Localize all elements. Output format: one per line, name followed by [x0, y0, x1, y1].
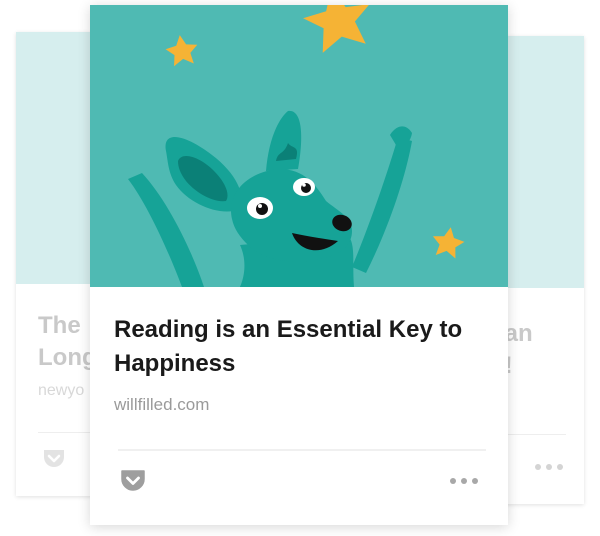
main-article-card[interactable]: Reading is an Essential Key to Happiness… — [90, 5, 508, 525]
pocket-icon[interactable] — [42, 448, 66, 475]
article-title[interactable]: Reading is an Essential Key to Happiness — [114, 313, 474, 381]
left-card-source: newyo — [38, 382, 85, 399]
left-card-title: The Long — [38, 310, 97, 374]
article-image — [90, 5, 508, 287]
more-dots-icon[interactable] — [448, 473, 480, 489]
card-divider — [118, 449, 486, 451]
kangaroo-illustration — [90, 5, 508, 287]
card-carousel: The Long newyo han g! — [0, 0, 600, 536]
article-source-link[interactable]: willfilled.com — [114, 395, 209, 415]
left-card-title-line1: The — [38, 312, 81, 339]
left-card-title-line2: Long — [38, 344, 97, 371]
pocket-icon[interactable] — [120, 469, 146, 493]
more-dots-icon[interactable] — [534, 458, 564, 474]
